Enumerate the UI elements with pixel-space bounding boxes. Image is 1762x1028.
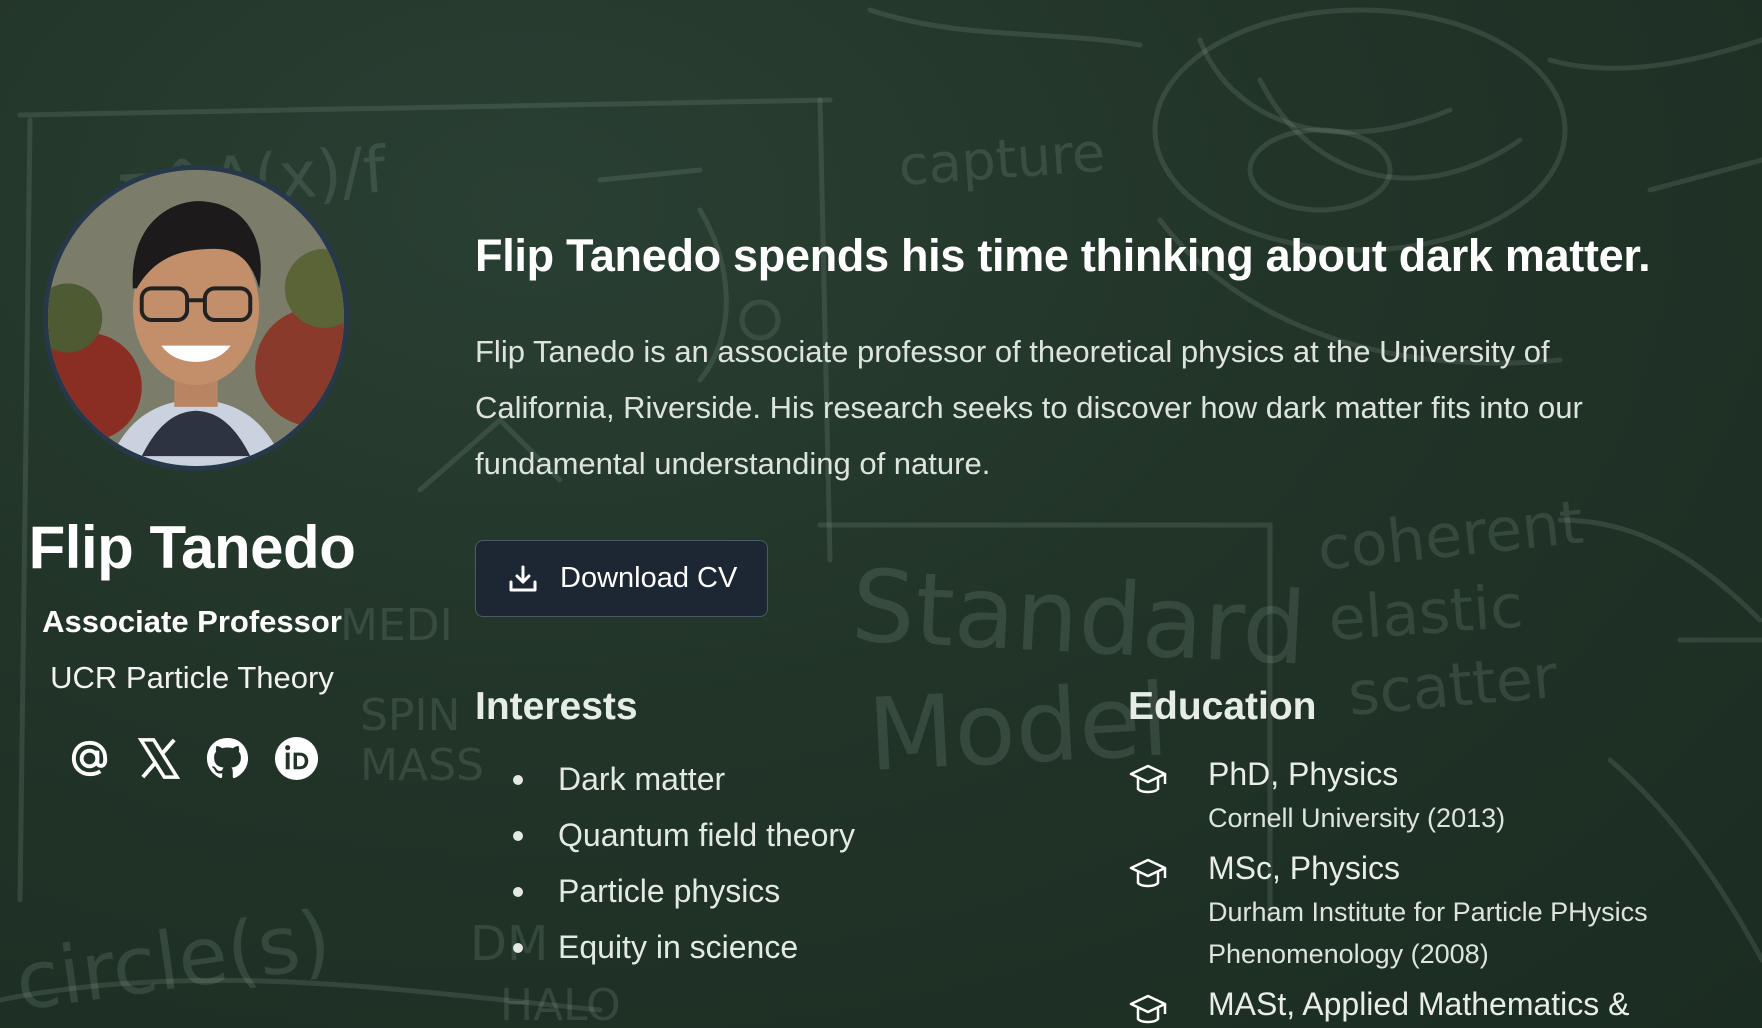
education-list: PhD, Physics Cornell University (2013) M… [1128, 751, 1728, 1027]
education-institution: Durham Institute for Particle PHysics Ph… [1208, 897, 1648, 969]
svg-text:MASS: MASS [360, 740, 484, 791]
education-degree: PhD, Physics [1208, 756, 1399, 792]
graduation-cap-icon [1128, 989, 1168, 1028]
profile-role: Associate Professor [42, 604, 342, 639]
interest-item: Equity in science [475, 919, 1075, 975]
github-link[interactable] [204, 735, 251, 782]
svg-text:circle(s): circle(s) [10, 893, 337, 1028]
graduation-cap-icon [1128, 853, 1168, 893]
github-icon [206, 737, 249, 779]
education-title: Education [1128, 685, 1317, 728]
education-item: MASt, Applied Mathematics & [1128, 981, 1728, 1027]
education-institution: Cornell University (2013) [1208, 803, 1506, 833]
interests-title: Interests [475, 685, 638, 728]
svg-text:capture: capture [897, 121, 1108, 198]
download-cv-label: Download CV [560, 562, 738, 594]
interest-item: Dark matter [475, 751, 1075, 807]
orcid-link[interactable] [273, 735, 320, 782]
email-link[interactable] [66, 735, 113, 782]
svg-text:SPIN: SPIN [360, 690, 460, 741]
profile-name: Flip Tanedo [28, 514, 356, 581]
graduation-cap-icon [1128, 759, 1168, 799]
education-section: Education PhD, Physics Cornell Universit… [1128, 685, 1728, 1028]
x-twitter-link[interactable] [135, 735, 182, 782]
download-icon [509, 565, 537, 591]
orcid-icon [274, 736, 319, 781]
x-twitter-icon [137, 738, 181, 779]
interest-item: Particle physics [475, 863, 1075, 919]
interests-section: Interests Dark matter Quantum field theo… [475, 685, 1075, 975]
interest-item: Quantum field theory [475, 807, 1075, 863]
profile-organization: UCR Particle Theory [50, 660, 334, 695]
bio-text: Flip Tanedo is an associate professor of… [475, 334, 1583, 481]
education-degree: MASt, Applied Mathematics & [1208, 986, 1630, 1022]
main-content: Flip Tanedo spends his time thinking abo… [475, 230, 1745, 1024]
download-cv-button[interactable]: Download CV [475, 540, 768, 617]
social-links [66, 735, 320, 782]
interests-list: Dark matter Quantum field theory Particl… [475, 751, 1075, 975]
hero-section: capture Standard Model coherent elastic … [0, 0, 1762, 1028]
education-degree: MSc, Physics [1208, 850, 1401, 886]
at-sign-icon [71, 740, 108, 777]
education-item: PhD, Physics Cornell University (2013) [1128, 751, 1728, 839]
svg-text:HALO: HALO [500, 980, 621, 1028]
headline: Flip Tanedo spends his time thinking abo… [475, 230, 1651, 281]
education-item: MSc, Physics Durham Institute for Partic… [1128, 845, 1728, 975]
avatar [43, 165, 349, 471]
